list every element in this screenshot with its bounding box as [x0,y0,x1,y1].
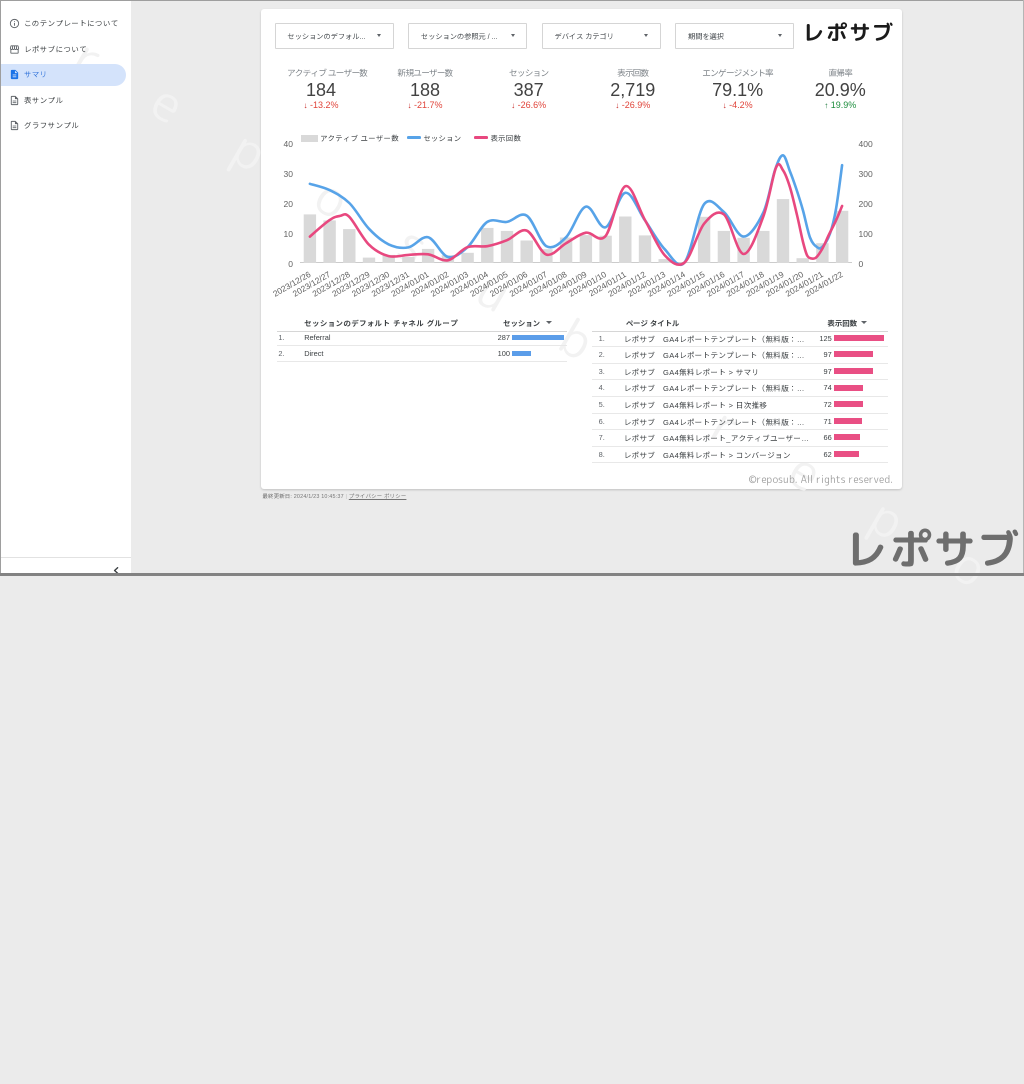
svg-text:300: 300 [859,169,873,179]
svg-text:100: 100 [859,229,873,239]
svg-text:0: 0 [288,259,293,269]
svg-text:200: 200 [859,199,873,209]
svg-text:10: 10 [284,229,294,239]
svg-text:40: 40 [284,139,294,149]
svg-text:0: 0 [859,259,864,269]
svg-text:400: 400 [859,139,873,149]
svg-text:30: 30 [284,169,294,179]
svg-text:20: 20 [284,199,294,209]
